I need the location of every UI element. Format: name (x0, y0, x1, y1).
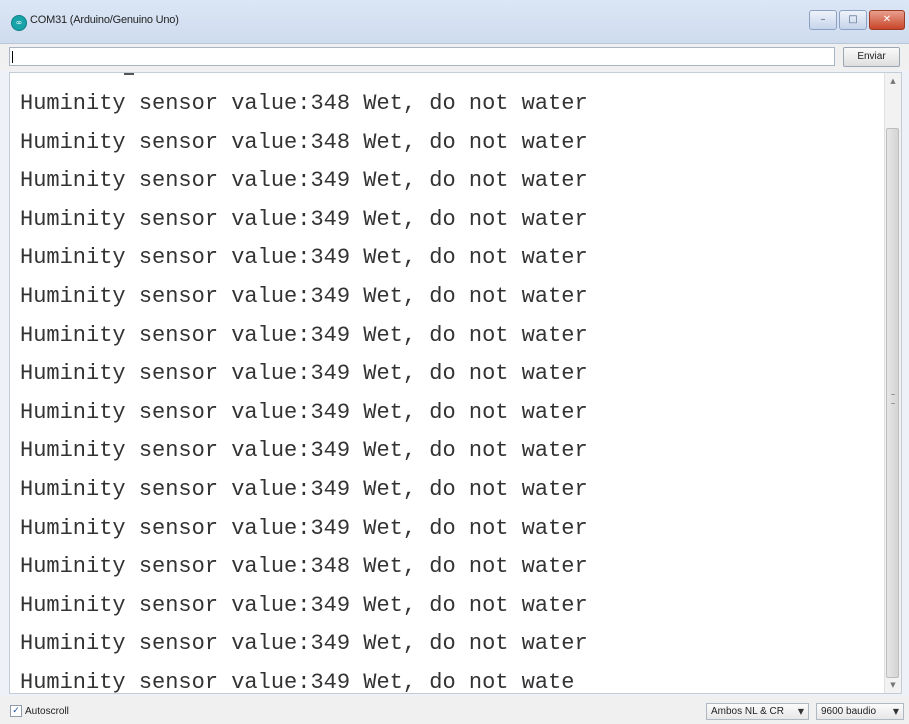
output-line: Huminity sensor value:349 Wet, do not wa… (20, 168, 588, 194)
output-line: Huminity sensor value:348 Wet, do not wa… (20, 91, 588, 116)
maximize-button[interactable]: □ (839, 10, 867, 30)
send-bar: Enviar (0, 44, 909, 71)
output-line: Huminity sensor value:349 Wet, do not wa… (20, 438, 588, 464)
output-line: Huminity sensor value:349 Wet, do not wa… (20, 515, 588, 541)
output-lines: Huminity sensor value:348 Wet, do not wa… (20, 85, 588, 694)
output-line: Huminity sensor value:349 Wet, do not wa… (20, 631, 588, 657)
output-line: Huminity sensor value:349 Wet, do not wa… (20, 206, 588, 232)
output-line: Huminity sensor value:348 Wet, do not wa… (20, 554, 588, 580)
autoscroll-checkbox[interactable]: ✓ (10, 705, 22, 717)
output-line: Huminity sensor value:349 Wet, do not wa… (20, 669, 575, 694)
status-bar: ✓ Autoscroll Ambos NL & CR ▼ 9600 baudio… (0, 696, 909, 724)
text-caret (12, 51, 13, 63)
title-bar[interactable]: ∞ COM31 (Arduino/Genuino Uno) – □ ✕ (0, 0, 909, 44)
scroll-thumb[interactable] (886, 128, 899, 678)
serial-monitor-window: ∞ COM31 (Arduino/Genuino Uno) – □ ✕ Envi… (0, 0, 909, 724)
baud-rate-select[interactable]: 9600 baudio ▼ (816, 703, 904, 720)
baud-rate-value: 9600 baudio (821, 706, 877, 717)
autoscroll-toggle[interactable]: ✓ Autoscroll (10, 705, 69, 717)
output-line: Huminity sensor value:349 Wet, do not wa… (20, 399, 588, 425)
autoscroll-label: Autoscroll (25, 705, 69, 717)
output-line: Huminity sensor value:349 Wet, do not wa… (20, 245, 588, 271)
scroll-down-icon[interactable]: ▼ (885, 677, 901, 693)
output-line: Huminity sensor value:349 Wet, do not wa… (20, 322, 588, 348)
vertical-scrollbar[interactable]: ▲ ▼ (884, 73, 901, 693)
chevron-down-icon: ▼ (892, 707, 899, 716)
grip-icon (891, 394, 895, 404)
window-title: COM31 (Arduino/Genuino Uno) (30, 14, 179, 26)
close-button[interactable]: ✕ (869, 10, 905, 30)
output-line: Huminity sensor value:349 Wet, do not wa… (20, 592, 588, 618)
line-ending-select[interactable]: Ambos NL & CR ▼ (706, 703, 809, 720)
send-input[interactable] (9, 47, 835, 66)
minimize-button[interactable]: – (809, 10, 837, 30)
scroll-up-icon[interactable]: ▲ (885, 73, 901, 89)
send-button[interactable]: Enviar (843, 47, 900, 67)
line-ending-value: Ambos NL & CR (711, 706, 784, 717)
partial-line-remnant (124, 73, 134, 75)
output-line: Huminity sensor value:349 Wet, do not wa… (20, 361, 588, 387)
window-controls: – □ ✕ (809, 10, 905, 30)
output-line: Huminity sensor value:349 Wet, do not wa… (20, 283, 588, 309)
output-line: Huminity sensor value:348 Wet, do not wa… (20, 129, 588, 155)
output-line: Huminity sensor value:349 Wet, do not wa… (20, 476, 588, 502)
chevron-down-icon: ▼ (797, 707, 804, 716)
arduino-icon: ∞ (11, 15, 27, 31)
serial-output[interactable]: Huminity sensor value:348 Wet, do not wa… (9, 72, 902, 694)
